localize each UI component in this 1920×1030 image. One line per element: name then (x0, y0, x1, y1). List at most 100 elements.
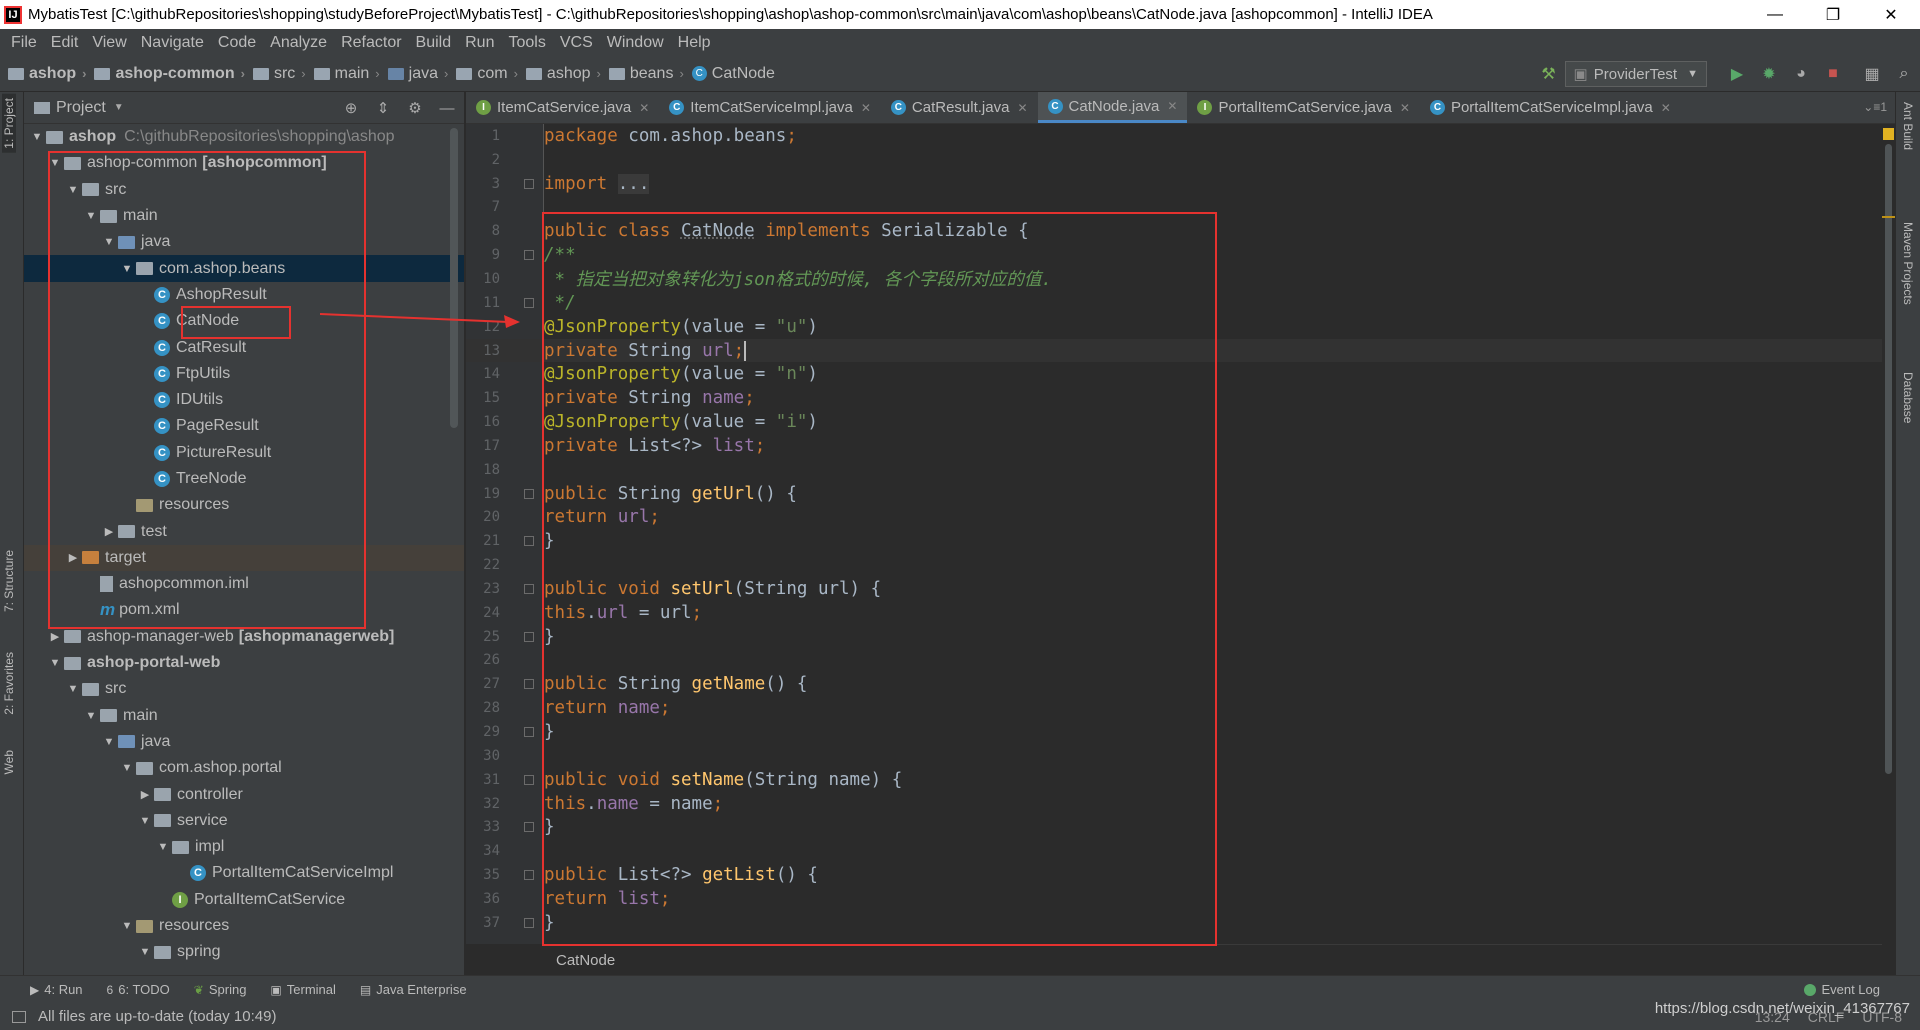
fold-icon[interactable] (524, 822, 534, 833)
expand-arrow-icon[interactable]: ▼ (100, 736, 118, 748)
menu-code[interactable]: Code (211, 34, 263, 52)
build-hammer-icon[interactable]: ⚒ (1538, 63, 1560, 85)
crumb-ashop-common[interactable]: ashop-common › (86, 65, 245, 83)
minimize-button[interactable]: — (1746, 0, 1804, 29)
tab-ant-build[interactable]: Ant Build (1901, 102, 1915, 150)
fold-icon[interactable] (524, 583, 534, 594)
project-panel-title[interactable]: Project (56, 99, 106, 117)
debug-icon[interactable]: ✹ (1758, 63, 1780, 85)
tree-row-com-ashop-portal[interactable]: ▼ com.ashop.portal (24, 755, 464, 781)
crumb-ashop[interactable]: ashop › (0, 65, 86, 83)
expand-arrow-icon[interactable]: ▼ (28, 131, 46, 143)
close-icon[interactable]: ✕ (1167, 99, 1177, 113)
tab-maven-projects[interactable]: Maven Projects (1901, 222, 1915, 305)
expand-arrow-icon[interactable]: ▼ (136, 946, 154, 958)
collapsed-arrow-icon[interactable]: ▶ (136, 788, 154, 801)
code-breadcrumb[interactable]: CatNode (544, 944, 1882, 975)
close-icon[interactable]: ✕ (1661, 101, 1671, 115)
tool-terminal[interactable]: ▣ Terminal (270, 982, 335, 997)
fold-icon[interactable] (524, 297, 534, 308)
tree-row-service[interactable]: ▼ service (24, 808, 464, 834)
tab-itemcatserviceimpl[interactable]: C ItemCatServiceImpl.java ✕ (659, 92, 881, 123)
menu-refactor[interactable]: Refactor (334, 34, 408, 52)
chevron-down-icon[interactable]: ▼ (114, 102, 124, 113)
fold-icon[interactable] (524, 178, 534, 189)
expand-arrow-icon[interactable]: ▼ (118, 920, 136, 932)
fold-icon[interactable] (524, 488, 534, 499)
menu-vcs[interactable]: VCS (553, 34, 600, 52)
project-structure-icon[interactable]: ▦ (1861, 63, 1883, 85)
expand-arrow-icon[interactable]: ▼ (64, 683, 82, 695)
crumb-catnode[interactable]: C CatNode (684, 65, 775, 83)
search-icon[interactable]: ⌕ (1893, 63, 1915, 85)
fold-icon[interactable] (524, 631, 534, 642)
expand-arrow-icon[interactable]: ▼ (82, 710, 100, 722)
crumb-java[interactable]: java › (380, 65, 448, 83)
fold-icon[interactable] (524, 870, 534, 881)
tree-row-controller[interactable]: ▶ controller (24, 781, 464, 807)
close-icon[interactable]: ✕ (639, 101, 649, 115)
tab-portalitemcatserviceimpl[interactable]: C PortalItemCatServiceImpl.java ✕ (1420, 92, 1681, 123)
tab-database[interactable]: Database (1901, 372, 1915, 423)
crumb-beans[interactable]: beans › (601, 65, 684, 83)
stop-icon[interactable]: ■ (1822, 63, 1844, 85)
coverage-icon[interactable]: ◕ (1790, 63, 1812, 85)
run-icon[interactable]: ▶ (1726, 63, 1748, 85)
hide-icon[interactable]: — (438, 100, 456, 117)
menu-window[interactable]: Window (600, 34, 671, 52)
warning-indicator-icon[interactable] (1883, 128, 1894, 140)
expand-arrow-icon[interactable]: ▼ (154, 841, 172, 853)
menu-help[interactable]: Help (671, 34, 718, 52)
tab-catresult[interactable]: C CatResult.java ✕ (881, 92, 1038, 123)
menu-edit[interactable]: Edit (44, 34, 86, 52)
close-icon[interactable]: ✕ (1017, 101, 1027, 115)
tab-favorites-tool[interactable]: 2: Favorites (2, 652, 16, 715)
crumb-main[interactable]: main › (306, 65, 380, 83)
tool-run[interactable]: ▶ 4: Run (30, 982, 83, 997)
fold-icon[interactable] (524, 727, 534, 738)
locate-icon[interactable]: ⊕ (342, 99, 360, 117)
menu-file[interactable]: File (4, 34, 44, 52)
collapsed-arrow-icon[interactable]: ▶ (46, 630, 64, 643)
close-icon[interactable]: ✕ (1400, 101, 1410, 115)
menu-tools[interactable]: Tools (501, 34, 552, 52)
warning-marker[interactable] (1882, 216, 1895, 218)
editor-scrollbar[interactable] (1885, 144, 1892, 774)
crumb-ashop-pkg[interactable]: ashop › (518, 65, 601, 83)
tree-row-java[interactable]: ▼ java (24, 729, 464, 755)
tab-itemcatservice[interactable]: I ItemCatService.java ✕ (466, 92, 659, 123)
expand-arrow-icon[interactable]: ▼ (136, 815, 154, 827)
tree-row-portalitemcatserviceimpl[interactable]: C PortalItemCatServiceImpl (24, 860, 464, 886)
tree-row-ashop-portal-web[interactable]: ▼ ashop-portal-web (24, 650, 464, 676)
menu-view[interactable]: View (85, 34, 133, 52)
tree-row-ashop[interactable]: ▼ ashop C:\githubRepositories\shopping\a… (24, 124, 464, 150)
menu-navigate[interactable]: Navigate (134, 34, 211, 52)
tabs-list-icon[interactable]: ⌄≡1 (1863, 100, 1887, 114)
crumb-com[interactable]: com › (448, 65, 518, 83)
tab-web-tool[interactable]: Web (2, 750, 16, 774)
tab-project-tool[interactable]: 1: Project (2, 94, 16, 153)
fold-icon[interactable] (524, 679, 534, 690)
menu-build[interactable]: Build (409, 34, 459, 52)
tab-catnode[interactable]: C CatNode.java ✕ (1037, 92, 1188, 123)
tab-structure-tool[interactable]: 7: Structure (2, 550, 16, 612)
fold-icon[interactable] (524, 250, 534, 261)
tree-row-impl[interactable]: ▼ impl (24, 834, 464, 860)
expand-arrow-icon[interactable]: ▼ (118, 762, 136, 774)
expand-arrow-icon[interactable]: ▼ (46, 657, 64, 669)
run-config-select[interactable]: ▣ ProviderTest ▼ (1564, 61, 1707, 87)
collapse-all-icon[interactable]: ⇕ (374, 99, 392, 117)
event-log-button[interactable]: Event Log (1804, 982, 1880, 997)
line-number-gutter[interactable]: 1 2 3 7 8 9 10 11 12 13 14 15 16 17 18 1… (466, 124, 544, 944)
menu-analyze[interactable]: Analyze (263, 34, 334, 52)
menu-run[interactable]: Run (458, 34, 501, 52)
tool-java-enterprise[interactable]: ▤ Java Enterprise (360, 982, 467, 997)
tool-todo[interactable]: 6 6: TODO (107, 982, 170, 997)
tool-spring[interactable]: ❦ Spring (194, 982, 247, 997)
tree-row-spring[interactable]: ▼ spring (24, 939, 464, 965)
fold-icon[interactable] (524, 774, 534, 785)
fold-icon[interactable] (524, 917, 534, 928)
close-window-button[interactable]: ✕ (1862, 0, 1920, 29)
tree-row-resources[interactable]: ▼ resources (24, 913, 464, 939)
tree-row-portalitemcatservice[interactable]: I PortalItemCatService (24, 887, 464, 913)
